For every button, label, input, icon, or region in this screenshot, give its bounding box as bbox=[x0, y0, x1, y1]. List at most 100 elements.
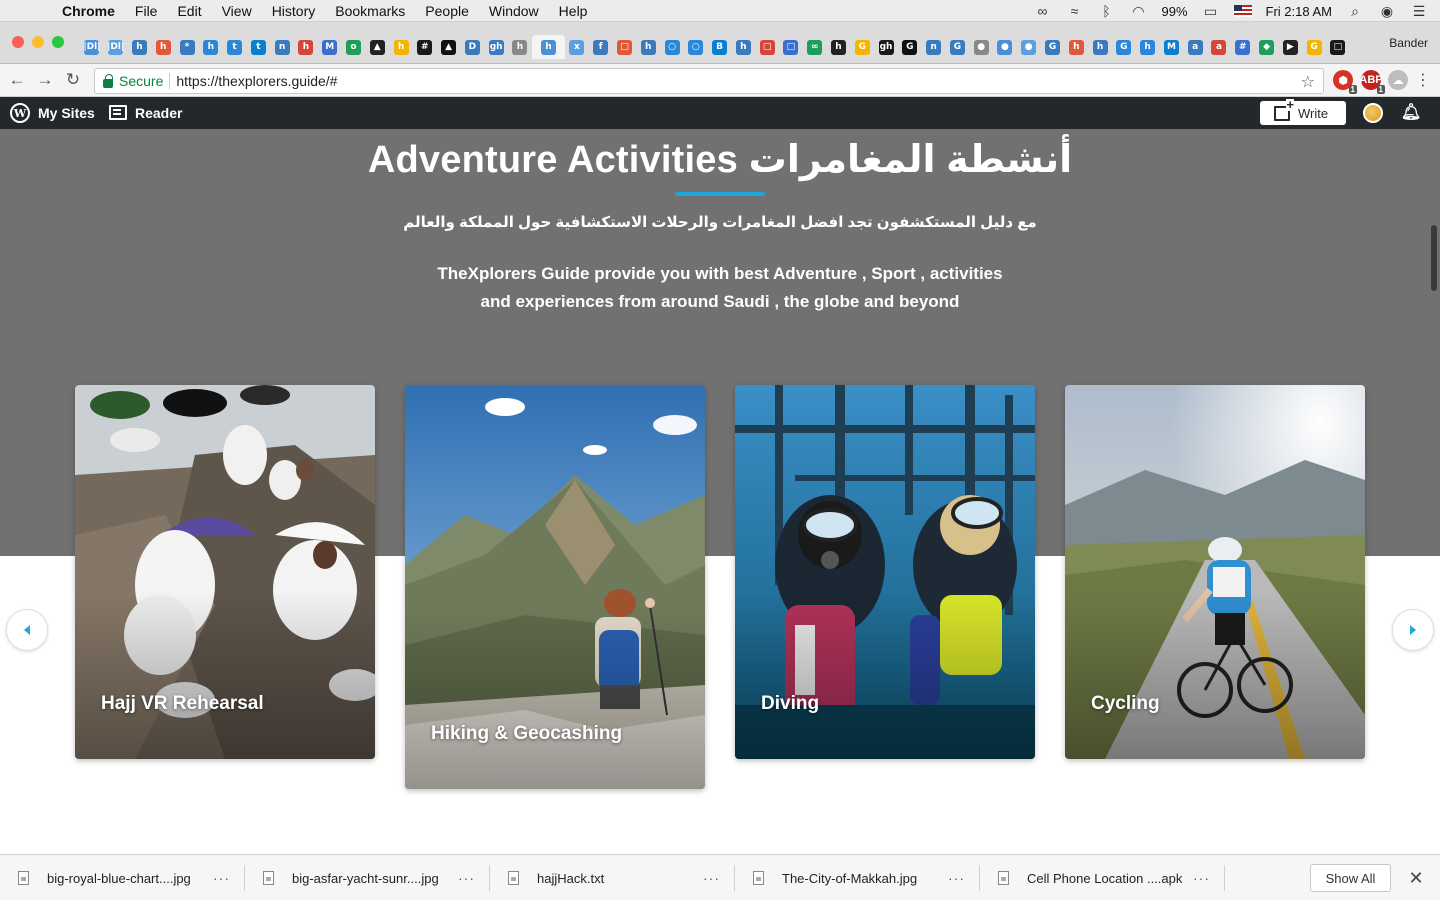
battery-icon[interactable]: ▭ bbox=[1202, 2, 1220, 20]
browser-tab[interactable]: h bbox=[128, 35, 152, 59]
browser-tab[interactable]: ▶ bbox=[1278, 35, 1302, 59]
zoom-window-button[interactable] bbox=[52, 36, 64, 48]
browser-tab[interactable]: h bbox=[294, 35, 318, 59]
browser-tab[interactable]: ● bbox=[969, 35, 993, 59]
download-more-button[interactable]: ··· bbox=[703, 870, 720, 886]
browser-tab[interactable]: ▲ bbox=[365, 35, 389, 59]
browser-tab[interactable]: G bbox=[1112, 35, 1136, 59]
close-icon[interactable]: ✕ bbox=[1406, 868, 1426, 888]
sync-icon[interactable]: ≈ bbox=[1066, 2, 1084, 20]
browser-tab[interactable]: ● bbox=[993, 35, 1017, 59]
browser-tab[interactable]: * bbox=[175, 35, 199, 59]
download-filename[interactable]: Cell Phone Location ....apk bbox=[1027, 871, 1187, 886]
forward-arrow-icon[interactable]: → bbox=[34, 69, 56, 91]
menu-view[interactable]: View bbox=[222, 3, 252, 19]
browser-tab[interactable]: h bbox=[199, 35, 223, 59]
browser-tab[interactable]: # bbox=[1231, 35, 1255, 59]
siri-icon[interactable]: ◉ bbox=[1378, 2, 1396, 20]
notification-center-icon[interactable]: ☰ bbox=[1410, 2, 1428, 20]
extension-abp-icon[interactable]: ABP 1 bbox=[1359, 70, 1385, 94]
browser-tab[interactable]: h bbox=[636, 35, 660, 59]
activity-card-hajj[interactable]: Hajj VR Rehearsal bbox=[75, 385, 375, 759]
activity-card-hiking[interactable]: Hiking & Geocashing bbox=[405, 385, 705, 789]
download-more-button[interactable]: ··· bbox=[1193, 870, 1210, 886]
browser-tab[interactable]: h bbox=[1088, 35, 1112, 59]
browser-tab[interactable]: # bbox=[413, 35, 437, 59]
bookmark-star-icon[interactable]: ☆ bbox=[1301, 72, 1315, 92]
browser-tab[interactable]: ○ bbox=[660, 35, 684, 59]
menu-window[interactable]: Window bbox=[489, 3, 539, 19]
browser-tab[interactable]: n bbox=[922, 35, 946, 59]
wordpress-logo-icon[interactable]: W bbox=[10, 103, 30, 123]
browser-tab[interactable]: t bbox=[246, 35, 270, 59]
spotlight-search-icon[interactable]: ⌕ bbox=[1346, 2, 1364, 20]
menu-edit[interactable]: Edit bbox=[177, 3, 201, 19]
download-more-button[interactable]: ··· bbox=[948, 870, 965, 886]
address-bar[interactable]: Secure https://thexplorers.guide/# ☆ bbox=[94, 68, 1324, 94]
clock[interactable]: Fri 2:18 AM bbox=[1266, 4, 1332, 19]
browser-tab[interactable]: G bbox=[1041, 35, 1065, 59]
url-text[interactable]: https://thexplorers.guide/# bbox=[176, 73, 337, 89]
back-arrow-icon[interactable]: ← bbox=[6, 69, 28, 91]
extension-cloud-icon[interactable]: ☁ bbox=[1388, 70, 1408, 90]
download-filename[interactable]: hajjHack.txt bbox=[537, 871, 697, 886]
show-all-downloads-button[interactable]: Show All bbox=[1310, 864, 1391, 892]
browser-tab[interactable]: ● bbox=[1017, 35, 1041, 59]
scrollbar-thumb[interactable] bbox=[1431, 225, 1437, 291]
menu-file[interactable]: File bbox=[135, 3, 158, 19]
menu-bookmarks[interactable]: Bookmarks bbox=[335, 3, 405, 19]
browser-tab[interactable]: o bbox=[342, 35, 366, 59]
browser-tab[interactable]: a bbox=[1183, 35, 1207, 59]
card-title[interactable]: Hajj VR Rehearsal bbox=[101, 693, 264, 715]
close-window-button[interactable] bbox=[12, 36, 24, 48]
browser-tab[interactable]: f bbox=[589, 35, 613, 59]
browser-tab-active[interactable]: h bbox=[531, 35, 565, 59]
browser-tab[interactable]: n bbox=[270, 35, 294, 59]
write-button[interactable]: Write bbox=[1260, 98, 1346, 125]
menu-people[interactable]: People bbox=[425, 3, 469, 19]
download-more-button[interactable]: ··· bbox=[458, 870, 475, 886]
download-item[interactable]: The-City-of-Makkah.jpg ··· bbox=[735, 855, 980, 900]
carousel-next-button[interactable] bbox=[1392, 609, 1434, 651]
bluetooth-icon[interactable]: ᛒ bbox=[1098, 2, 1116, 20]
browser-tab[interactable]: B bbox=[708, 35, 732, 59]
card-title[interactable]: Hiking & Geocashing bbox=[431, 723, 622, 745]
menu-history[interactable]: History bbox=[272, 3, 316, 19]
browser-tab[interactable]: h bbox=[1064, 35, 1088, 59]
menu-help[interactable]: Help bbox=[559, 3, 588, 19]
input-source-flag-icon[interactable] bbox=[1233, 5, 1252, 17]
browser-tab[interactable]: h bbox=[389, 35, 413, 59]
browser-tab[interactable]: □ bbox=[779, 35, 803, 59]
download-filename[interactable]: big-asfar-yacht-sunr....jpg bbox=[292, 871, 452, 886]
browser-tab[interactable]: G bbox=[850, 35, 874, 59]
notifications-bell-icon[interactable]: 🔔︎ bbox=[1401, 103, 1421, 121]
reload-icon[interactable]: ↻ bbox=[62, 69, 84, 91]
browser-tab[interactable]: gh bbox=[874, 35, 898, 59]
browser-tab[interactable]: ◆ bbox=[1255, 35, 1279, 59]
browser-tab[interactable]: ▲ bbox=[437, 35, 461, 59]
reader-link[interactable]: Reader bbox=[135, 105, 182, 121]
browser-tab[interactable]: D bbox=[461, 35, 485, 59]
download-filename[interactable]: The-City-of-Makkah.jpg bbox=[782, 871, 942, 886]
download-item[interactable]: big-asfar-yacht-sunr....jpg ··· bbox=[245, 855, 490, 900]
minimize-window-button[interactable] bbox=[32, 36, 44, 48]
battery-percent[interactable]: 99% bbox=[1162, 4, 1188, 19]
browser-tab[interactable]: h bbox=[151, 35, 175, 59]
wifi-icon[interactable]: ◠ bbox=[1130, 2, 1148, 20]
browser-tab[interactable]: h bbox=[731, 35, 755, 59]
download-filename[interactable]: big-royal-blue-chart....jpg bbox=[47, 871, 207, 886]
browser-tab[interactable]: h bbox=[827, 35, 851, 59]
app-menu[interactable]: Chrome bbox=[62, 3, 115, 19]
card-title[interactable]: Cycling bbox=[1091, 693, 1160, 715]
browser-tab[interactable]: t bbox=[223, 35, 247, 59]
browser-tab[interactable]: □ bbox=[755, 35, 779, 59]
card-title[interactable]: Diving bbox=[761, 693, 819, 715]
download-item[interactable]: big-royal-blue-chart....jpg ··· bbox=[0, 855, 245, 900]
avatar[interactable] bbox=[1363, 103, 1383, 123]
browser-tab[interactable]: x bbox=[565, 35, 589, 59]
browser-tab[interactable]: h bbox=[1136, 35, 1160, 59]
chrome-menu-icon[interactable]: ⋮ bbox=[1412, 69, 1434, 91]
browser-tab[interactable]: □ bbox=[613, 35, 637, 59]
download-more-button[interactable]: ··· bbox=[213, 870, 230, 886]
browser-tab[interactable]: M bbox=[318, 35, 342, 59]
